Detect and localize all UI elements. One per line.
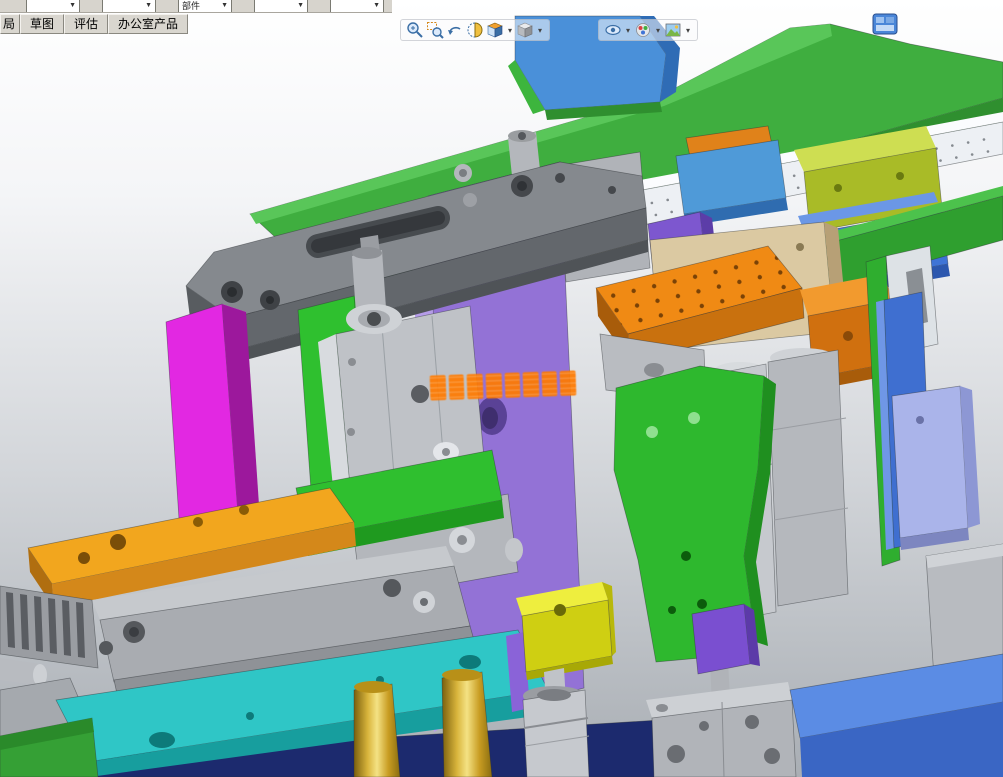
- toolbar-dropdown[interactable]: ▼: [26, 0, 80, 13]
- chevron-down-icon: ▼: [69, 2, 76, 9]
- toolbar-dropdown[interactable]: ▼: [254, 0, 308, 13]
- command-tabs: 局 草图 评估 办公室产品: [0, 14, 188, 34]
- heads-up-toolbar-right: ▾ ▾ ▾: [598, 19, 698, 41]
- apply-scene-icon[interactable]: [664, 21, 682, 39]
- application-window: ▼ ▼ 部件 ▼ ▼ ▼ 局 草图 评估 办公室产品: [0, 0, 1003, 777]
- part-bottom-right-gray-block[interactable]: [646, 682, 796, 777]
- zoom-to-area-icon[interactable]: [426, 21, 444, 39]
- tab-sketch[interactable]: 草图: [20, 14, 64, 34]
- tab-office-products[interactable]: 办公室产品: [108, 14, 188, 34]
- tab-evaluate[interactable]: 评估: [64, 14, 108, 34]
- watermark: [430, 370, 577, 400]
- part-serrated-block[interactable]: [0, 586, 98, 686]
- tab-layout[interactable]: 局: [0, 14, 20, 34]
- section-view-icon[interactable]: [466, 21, 484, 39]
- edit-appearance-icon[interactable]: [634, 21, 652, 39]
- view-orientation-icon[interactable]: [486, 21, 504, 39]
- chevron-down-icon: ▼: [221, 2, 228, 9]
- part-bottom-right-blue-plate[interactable]: [790, 654, 1003, 777]
- previous-view-icon[interactable]: [446, 21, 464, 39]
- watermark-glyph: [448, 374, 464, 400]
- chevron-down-icon: ▼: [297, 2, 304, 9]
- panel-icon[interactable]: [872, 13, 898, 35]
- graphics-viewport[interactable]: [0, 0, 1003, 777]
- toolbar-dropdown[interactable]: ▼: [330, 0, 384, 13]
- part-lavender-block[interactable]: [892, 386, 980, 550]
- watermark-glyph: [560, 370, 576, 396]
- watermark-glyph: [430, 375, 446, 401]
- watermark-glyph: [485, 373, 501, 399]
- chevron-down-icon: ▼: [373, 2, 380, 9]
- hide-show-items-icon[interactable]: [604, 21, 622, 39]
- toolbar-dropdown[interactable]: ▼: [102, 0, 156, 13]
- watermark-glyph: [504, 372, 520, 398]
- dropdown-arrow[interactable]: ▾: [536, 26, 544, 35]
- heads-up-toolbar: ▾ ▾: [400, 19, 550, 41]
- display-style-icon[interactable]: [516, 21, 534, 39]
- watermark-glyph: [523, 372, 539, 398]
- zoom-to-fit-icon[interactable]: [406, 21, 424, 39]
- toolbar-dropdown-parts[interactable]: 部件 ▼: [178, 0, 232, 13]
- watermark-glyph: [467, 374, 483, 400]
- chevron-down-icon: ▼: [145, 2, 152, 9]
- dropdown-arrow[interactable]: ▾: [624, 26, 632, 35]
- dropdown-arrow[interactable]: ▾: [654, 26, 662, 35]
- watermark-glyph: [541, 371, 557, 397]
- dropdown-arrow[interactable]: ▾: [506, 26, 514, 35]
- top-toolbar: ▼ ▼ 部件 ▼ ▼ ▼: [0, 0, 392, 13]
- dropdown-arrow[interactable]: ▾: [684, 26, 692, 35]
- dropdown-label: 部件: [182, 0, 200, 12]
